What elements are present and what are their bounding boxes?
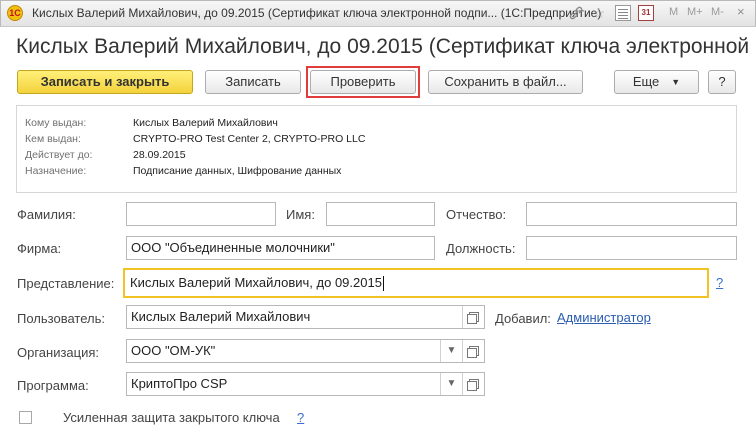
form-title: Кислых Валерий Михайлович, до 09.2015 (С… [16,35,756,58]
issued-to-label: Кому выдан: [25,117,87,129]
enhanced-protection-checkbox[interactable] [19,411,32,424]
valid-until-value: 28.09.2015 [133,149,186,161]
open-form-icon[interactable] [462,340,484,362]
valid-until-label: Действует до: [25,149,93,161]
open-form-icon[interactable] [462,306,484,328]
issued-to-value: Кислых Валерий Михайлович [133,117,278,129]
presentation-value: Кислых Валерий Михайлович, до 09.2015 [130,275,382,290]
enhanced-protection-label[interactable]: Усиленная защита закрытого ключа [63,410,280,425]
more-button-label: Еще [632,74,660,89]
organization-value: ООО "ОМ-УК" [131,343,216,358]
name-field[interactable] [326,202,435,226]
certificate-info-panel: Кому выдан: Кислых Валерий Михайлович Кем… [16,105,737,193]
save-to-file-button[interactable]: Сохранить в файл... [428,70,583,94]
patronymic-label: Отчество: [446,207,507,222]
star-icon[interactable]: ☆ [591,5,607,21]
valid-until-row: Действует до: 28.09.2015 [25,149,186,163]
company-label: Фирма: [17,241,62,256]
purpose-row: Назначение: Подписание данных, Шифрование… [25,165,341,179]
window-titlebar: 1С Кислых Валерий Михайлович, до 09.2015… [0,0,756,27]
program-label: Программа: [17,378,89,393]
purpose-label: Назначение: [25,165,87,177]
user-field[interactable]: Кислых Валерий Михайлович [126,305,485,329]
presentation-help-link[interactable]: ? [716,275,723,290]
user-label: Пользователь: [17,311,105,326]
issued-by-label: Кем выдан: [25,133,81,145]
added-by-link[interactable]: Администратор [557,310,651,325]
window-title: Кислых Валерий Михайлович, до 09.2015 (С… [32,6,602,20]
added-by-label: Добавил: [495,311,551,326]
position-label: Должность: [446,241,516,256]
presentation-field[interactable]: Кислых Валерий Михайлович, до 09.2015 [123,268,709,298]
name-label: Имя: [286,207,315,222]
save-and-close-button[interactable]: Записать и закрыть [17,70,193,94]
chevron-down-icon: ▼ [671,77,681,87]
program-value: КриптоПро CSP [131,376,228,391]
purpose-value: Подписание данных, Шифрование данных [133,165,342,177]
help-button[interactable]: ? [708,70,736,94]
issued-by-value: CRYPTO-PRO Test Center 2, CRYPTO-PRO LLC [133,133,366,145]
enhanced-protection-help-link[interactable]: ? [297,410,304,425]
presentation-label: Представление: [17,276,115,291]
dropdown-arrow-icon[interactable]: ▼ [440,373,462,395]
organization-label: Организация: [17,345,100,360]
check-button[interactable]: Проверить [310,70,416,94]
memory-add-button[interactable]: M+ [687,6,703,18]
memory-store-button[interactable]: M [669,6,678,18]
more-button[interactable]: Еще ▼ [614,70,699,94]
company-field[interactable]: ООО "Объединенные молочники" [126,236,435,260]
position-field[interactable] [526,236,737,260]
1c-logo-icon: 1С [7,5,23,21]
memory-subtract-button[interactable]: M- [711,6,724,18]
patronymic-field[interactable] [526,202,737,226]
open-form-icon[interactable] [462,373,484,395]
check-button-highlight: Проверить [306,66,420,98]
text-caret [382,276,384,292]
close-window-button[interactable]: × [737,4,745,19]
calculator-icon[interactable] [615,5,631,21]
issued-to-row: Кому выдан: Кислых Валерий Михайлович [25,117,278,131]
organization-field[interactable]: ООО "ОМ-УК" ▼ [126,339,485,363]
program-field[interactable]: КриптоПро CSP ▼ [126,372,485,396]
user-value: Кислых Валерий Михайлович [131,309,311,324]
issued-by-row: Кем выдан: CRYPTO-PRO Test Center 2, CRYP… [25,133,365,147]
surname-field[interactable] [126,202,276,226]
calendar-icon[interactable]: 31 [638,5,654,21]
surname-label: Фамилия: [17,207,76,222]
link-icon[interactable] [568,5,584,21]
dropdown-arrow-icon[interactable]: ▼ [440,340,462,362]
save-button[interactable]: Записать [205,70,301,94]
